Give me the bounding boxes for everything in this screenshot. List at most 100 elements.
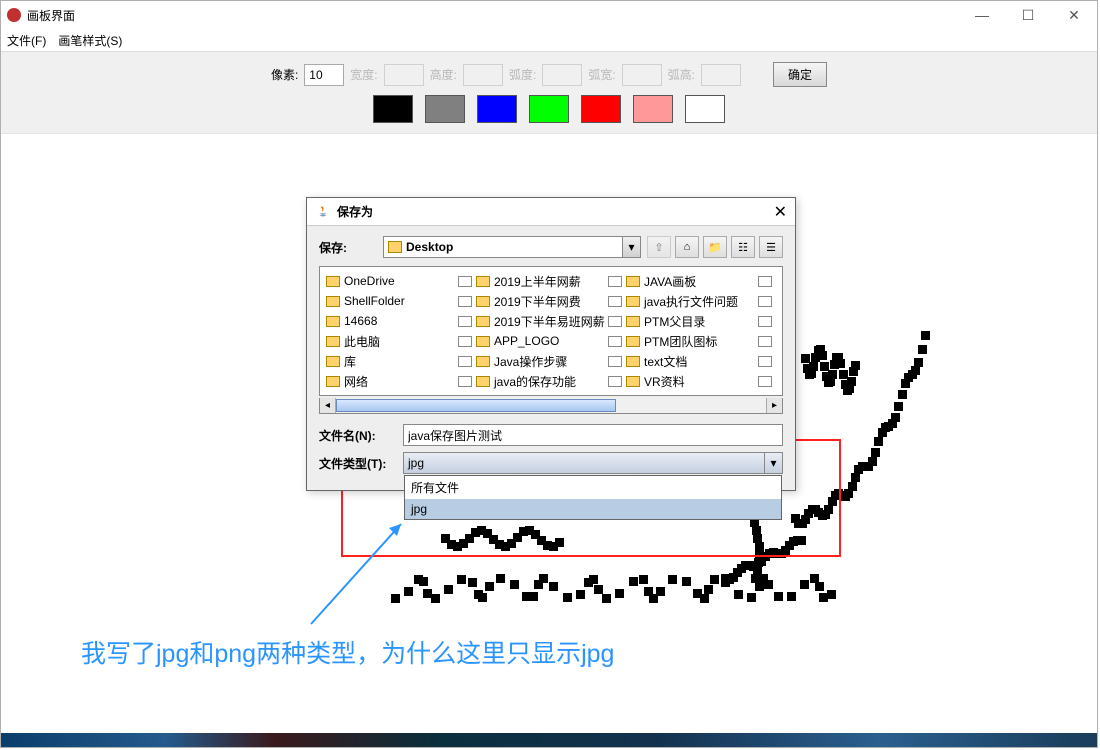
- folder-icon: [476, 316, 490, 327]
- folder-icon: [476, 376, 490, 387]
- list-item[interactable]: 库: [324, 351, 474, 371]
- scroll-right-icon[interactable]: ▸: [766, 398, 782, 413]
- maximize-button[interactable]: ☐: [1005, 1, 1051, 29]
- list-view-button[interactable]: ☷: [731, 236, 755, 258]
- height-input: [463, 64, 503, 86]
- folder-icon: [326, 336, 340, 347]
- scroll-thumb[interactable]: [336, 399, 616, 412]
- list-item[interactable]: VR资料: [624, 371, 774, 391]
- folder-icon: [458, 276, 472, 287]
- list-item[interactable]: 此电脑: [324, 331, 474, 351]
- label-width: 宽度:: [350, 66, 377, 83]
- pixel-input[interactable]: [304, 64, 344, 86]
- list-item[interactable]: PTM父目录: [624, 311, 774, 331]
- list-item[interactable]: ShellFolder: [324, 291, 474, 311]
- color-swatch-white[interactable]: [685, 95, 725, 123]
- list-item[interactable]: PTM团队图标: [624, 331, 774, 351]
- folder-icon: [758, 356, 772, 367]
- folder-icon: [758, 276, 772, 287]
- up-folder-button: ⇧: [647, 236, 671, 258]
- save-in-combo[interactable]: Desktop ▾: [383, 236, 641, 258]
- color-swatch-red[interactable]: [581, 95, 621, 123]
- list-item[interactable]: Java操作步骤: [474, 351, 624, 371]
- list-item[interactable]: java执行文件问题: [624, 291, 774, 311]
- color-swatch-green[interactable]: [529, 95, 569, 123]
- color-swatch-pink[interactable]: [633, 95, 673, 123]
- toolbar: 像素: 宽度: 高度: 弧度: 弧宽: 弧高: 确定: [1, 51, 1097, 134]
- label-height: 高度:: [430, 66, 457, 83]
- folder-icon: [608, 316, 622, 327]
- folder-icon: [326, 296, 340, 307]
- folder-icon: [608, 356, 622, 367]
- new-folder-button[interactable]: 📁: [703, 236, 727, 258]
- list-item[interactable]: JAVA画板: [624, 271, 774, 291]
- scroll-left-icon[interactable]: ◂: [320, 398, 336, 413]
- filename-label: 文件名(N):: [319, 427, 403, 444]
- filename-input[interactable]: [403, 424, 783, 446]
- folder-icon: [388, 241, 402, 253]
- list-item[interactable]: 2019下半年网费: [474, 291, 624, 311]
- folder-icon: [626, 316, 640, 327]
- folder-icon: [326, 316, 340, 327]
- folder-icon: [458, 336, 472, 347]
- home-button[interactable]: ⌂: [675, 236, 699, 258]
- chevron-down-icon[interactable]: ▾: [622, 237, 640, 257]
- dialog-close-button[interactable]: ✕: [774, 202, 787, 222]
- list-item[interactable]: APP_LOGO: [474, 331, 624, 351]
- folder-icon: [626, 356, 640, 367]
- folder-icon: [476, 336, 490, 347]
- list-item[interactable]: text文档: [624, 351, 774, 371]
- menu-brush[interactable]: 画笔样式(S): [58, 32, 122, 49]
- label-arcw: 弧宽:: [588, 66, 615, 83]
- folder-icon: [608, 276, 622, 287]
- filetype-label: 文件类型(T):: [319, 455, 403, 472]
- main-window: 画板界面 — ☐ ✕ 文件(F) 画笔样式(S) 像素: 宽度: 高度: 弧度:…: [0, 0, 1098, 748]
- color-swatch-gray[interactable]: [425, 95, 465, 123]
- color-swatch-blue[interactable]: [477, 95, 517, 123]
- filetype-combo[interactable]: jpg ▾ 所有文件 jpg: [403, 452, 783, 474]
- folder-icon: [458, 356, 472, 367]
- folder-icon: [626, 296, 640, 307]
- folder-icon: [758, 296, 772, 307]
- arch-input: [701, 64, 741, 86]
- color-palette: [1, 95, 1097, 123]
- filetype-option-jpg[interactable]: jpg: [405, 499, 781, 519]
- menu-bar: 文件(F) 画笔样式(S): [1, 29, 1097, 51]
- list-item[interactable]: 2019上半年网薪: [474, 271, 624, 291]
- list-item[interactable]: 14668: [324, 311, 474, 331]
- filetype-value: jpg: [408, 456, 424, 470]
- chevron-down-icon[interactable]: ▾: [764, 453, 782, 473]
- folder-icon: [758, 336, 772, 347]
- detail-view-button[interactable]: ☰: [759, 236, 783, 258]
- menu-file[interactable]: 文件(F): [7, 32, 46, 49]
- arc-input: [542, 64, 582, 86]
- folder-icon: [476, 296, 490, 307]
- java-icon: [315, 204, 331, 220]
- list-item[interactable]: java的保存功能: [474, 371, 624, 391]
- list-item[interactable]: 网络: [324, 371, 474, 391]
- save-dialog: 保存为 ✕ 保存: Desktop ▾ ⇧ ⌂ 📁 ☷ ☰ OneDriv: [306, 197, 796, 491]
- folder-icon: [476, 356, 490, 367]
- close-button[interactable]: ✕: [1051, 1, 1097, 29]
- folder-icon: [758, 376, 772, 387]
- minimize-button[interactable]: —: [959, 1, 1005, 29]
- ok-button[interactable]: 确定: [773, 62, 827, 87]
- folder-icon: [626, 376, 640, 387]
- list-item[interactable]: 2019下半年易班网薪: [474, 311, 624, 331]
- width-input: [384, 64, 424, 86]
- file-list[interactable]: OneDriveShellFolder14668此电脑库网络2019上半年网薪2…: [319, 266, 783, 396]
- filetype-dropdown: 所有文件 jpg: [404, 475, 782, 520]
- folder-icon: [476, 276, 490, 287]
- dialog-title: 保存为: [337, 203, 774, 220]
- app-icon: [7, 8, 21, 22]
- folder-icon: [326, 356, 340, 367]
- file-list-scrollbar[interactable]: ◂ ▸: [319, 398, 783, 414]
- folder-icon: [458, 316, 472, 327]
- folder-icon: [758, 316, 772, 327]
- filetype-option-all[interactable]: 所有文件: [405, 476, 781, 499]
- save-in-label: 保存:: [319, 239, 383, 256]
- folder-icon: [326, 276, 340, 287]
- label-arc: 弧度:: [509, 66, 536, 83]
- list-item[interactable]: OneDrive: [324, 271, 474, 291]
- color-swatch-black[interactable]: [373, 95, 413, 123]
